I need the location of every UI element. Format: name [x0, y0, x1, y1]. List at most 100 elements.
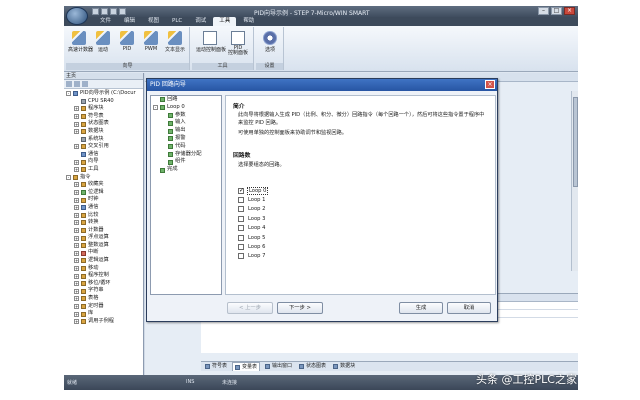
- tab-view[interactable]: 视图: [142, 17, 165, 26]
- tree-item[interactable]: 组件: [151, 158, 221, 166]
- save-icon[interactable]: [110, 8, 117, 15]
- expand-icon[interactable]: +: [74, 227, 79, 233]
- motion-wizard-button[interactable]: 运动: [92, 29, 114, 59]
- tree-item[interactable]: + 程序块: [64, 105, 143, 113]
- checkbox[interactable]: [238, 244, 244, 251]
- tree-item[interactable]: + 调用子例程: [64, 318, 143, 326]
- tree-item[interactable]: - 指令: [64, 174, 143, 182]
- pwm-wizard-button[interactable]: PWM: [140, 29, 162, 59]
- tree-item[interactable]: - PID向导示例 (C:\Docur: [64, 90, 143, 98]
- expand-icon[interactable]: +: [74, 205, 79, 211]
- tree-item[interactable]: + 程序控制: [64, 272, 143, 280]
- tree-item[interactable]: + 逻辑运算: [64, 257, 143, 265]
- text-display-wizard-button[interactable]: 文本显示: [164, 29, 186, 59]
- tree-item[interactable]: + 定时器: [64, 303, 143, 311]
- tree-item[interactable]: + 表格: [64, 295, 143, 303]
- expand-icon[interactable]: +: [74, 220, 79, 226]
- expand-icon[interactable]: +: [74, 212, 79, 218]
- tree-item[interactable]: + 交叉引用: [64, 143, 143, 151]
- tree-item[interactable]: + 整数运算: [64, 242, 143, 250]
- expand-icon[interactable]: +: [74, 303, 79, 309]
- print-icon[interactable]: [119, 8, 126, 15]
- checkbox[interactable]: ✓: [238, 187, 244, 194]
- tab-file[interactable]: 文件: [94, 17, 117, 26]
- tree-item[interactable]: + 中断: [64, 249, 143, 257]
- hsc-wizard-button[interactable]: 高速计数器: [68, 29, 93, 59]
- tree-item[interactable]: + 时钟: [64, 196, 143, 204]
- expand-icon[interactable]: +: [74, 159, 79, 165]
- checkbox[interactable]: [238, 197, 244, 204]
- expand-icon[interactable]: +: [74, 190, 79, 196]
- checkbox[interactable]: [238, 234, 244, 241]
- tab-variable-table[interactable]: 变量表: [232, 362, 261, 371]
- loop-checkbox-2[interactable]: Loop 2: [238, 205, 267, 214]
- tree-item[interactable]: + 库: [64, 310, 143, 318]
- expand-icon[interactable]: +: [74, 167, 79, 173]
- vertical-scrollbar[interactable]: [571, 91, 578, 271]
- loop-checkbox-7[interactable]: Loop 7: [238, 252, 267, 261]
- tree-item[interactable]: + 数据块: [64, 128, 143, 136]
- expand-icon[interactable]: +: [74, 258, 79, 264]
- tree-item[interactable]: + 状态图表: [64, 120, 143, 128]
- close-button[interactable]: ×: [564, 7, 575, 15]
- loop-checkbox-6[interactable]: Loop 6: [238, 242, 267, 251]
- loop-checkbox-3[interactable]: Loop 3: [238, 214, 267, 223]
- expand-icon[interactable]: +: [74, 144, 79, 150]
- expand-icon[interactable]: +: [74, 265, 79, 271]
- expand-icon[interactable]: +: [74, 121, 79, 127]
- loop-checkbox-5[interactable]: Loop 5: [238, 233, 267, 242]
- tree-item[interactable]: 参数: [151, 112, 221, 120]
- pid-panel-button[interactable]: PID 控制面板: [226, 29, 250, 59]
- maximize-button[interactable]: □: [551, 7, 562, 15]
- tree-item[interactable]: + 收藏夹: [64, 181, 143, 189]
- tab-tools[interactable]: 工具: [213, 17, 237, 26]
- tab-edit[interactable]: 编辑: [118, 17, 141, 26]
- expand-icon[interactable]: +: [74, 106, 79, 112]
- tree-item[interactable]: + 比较: [64, 212, 143, 220]
- properties-icon[interactable]: [82, 81, 88, 87]
- options-button[interactable]: 选项: [259, 29, 281, 59]
- tab-output-window[interactable]: 输出窗口: [263, 362, 294, 371]
- expand-icon[interactable]: [66, 81, 72, 87]
- tree-item[interactable]: + 位逻辑: [64, 189, 143, 197]
- collapse-icon[interactable]: -: [66, 174, 71, 180]
- tree-item[interactable]: + 通信: [64, 204, 143, 212]
- tree-item[interactable]: 回路: [151, 96, 221, 104]
- loop-checkbox-1[interactable]: Loop 1: [238, 195, 267, 204]
- tab-symbol-table[interactable]: 符号表: [203, 362, 229, 371]
- expand-icon[interactable]: +: [74, 288, 79, 294]
- cancel-button[interactable]: 取消: [447, 302, 491, 314]
- collapse-icon[interactable]: [74, 81, 80, 87]
- expand-icon[interactable]: +: [74, 319, 79, 325]
- tree-item[interactable]: + 浮点运算: [64, 234, 143, 242]
- minimize-button[interactable]: –: [538, 7, 549, 15]
- expand-icon[interactable]: +: [74, 243, 79, 249]
- tree-item[interactable]: - Loop 0: [151, 104, 221, 112]
- app-menu-button[interactable]: [66, 7, 88, 25]
- tree-item[interactable]: + 工具: [64, 166, 143, 174]
- tree-item[interactable]: 报警: [151, 135, 221, 143]
- collapse-icon[interactable]: -: [66, 91, 71, 97]
- open-icon[interactable]: [101, 8, 108, 15]
- new-icon[interactable]: [92, 8, 99, 15]
- generate-button[interactable]: 生成: [399, 302, 443, 314]
- expand-icon[interactable]: +: [74, 311, 79, 317]
- tree-item[interactable]: + 转换: [64, 219, 143, 227]
- expand-icon[interactable]: +: [74, 273, 79, 279]
- tree-item[interactable]: 存储器分配: [151, 151, 221, 159]
- pid-wizard-button[interactable]: PID: [116, 29, 138, 59]
- expand-icon[interactable]: +: [74, 235, 79, 241]
- tree-item[interactable]: + 向导: [64, 158, 143, 166]
- tree-item[interactable]: 代码: [151, 143, 221, 151]
- checkbox[interactable]: [238, 206, 244, 213]
- dialog-close-button[interactable]: ×: [485, 80, 495, 89]
- checkbox[interactable]: [238, 215, 244, 222]
- tree-item[interactable]: + 字符串: [64, 287, 143, 295]
- next-button[interactable]: 下一步 >: [277, 302, 323, 314]
- tree-item[interactable]: 输入: [151, 119, 221, 127]
- expand-icon[interactable]: +: [74, 281, 79, 287]
- expand-icon[interactable]: +: [74, 182, 79, 188]
- checkbox[interactable]: [238, 225, 244, 232]
- loop-checkbox-4[interactable]: Loop 4: [238, 224, 267, 233]
- expand-icon[interactable]: +: [74, 129, 79, 135]
